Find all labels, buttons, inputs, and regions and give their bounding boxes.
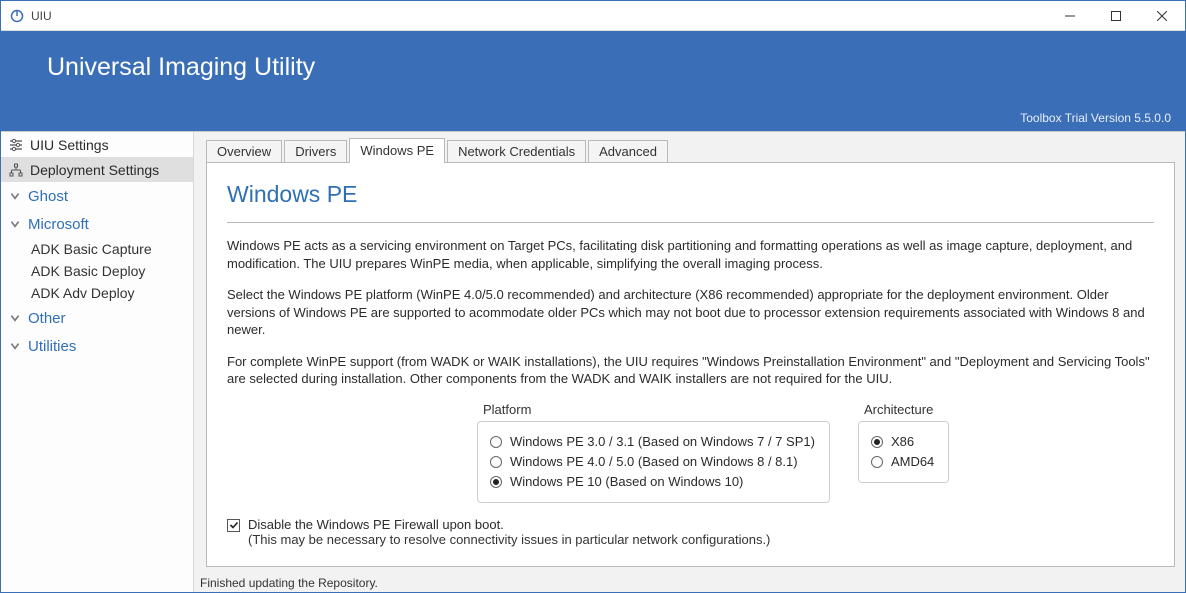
- sidebar-item-label: ADK Basic Capture: [31, 241, 152, 257]
- sidebar-item-deployment-settings[interactable]: Deployment Settings: [1, 157, 193, 182]
- sidebar-category-utilities[interactable]: Utilities: [1, 332, 193, 360]
- architecture-group: Architecture X86 AMD64: [858, 402, 949, 503]
- status-text: Finished updating the Repository.: [200, 576, 378, 590]
- close-button[interactable]: [1139, 1, 1185, 30]
- option-label: Windows PE 10 (Based on Windows 10): [510, 474, 743, 489]
- option-groups: Platform Windows PE 3.0 / 3.1 (Based on …: [477, 402, 1154, 503]
- platform-option-pe10[interactable]: Windows PE 10 (Based on Windows 10): [490, 472, 815, 492]
- tab-advanced[interactable]: Advanced: [588, 140, 668, 163]
- divider: [227, 222, 1154, 223]
- banner: Universal Imaging Utility Toolbox Trial …: [1, 31, 1185, 131]
- radio-icon: [871, 436, 883, 448]
- arch-option-amd64[interactable]: AMD64: [871, 452, 934, 472]
- sidebar-item-adk-basic-deploy[interactable]: ADK Basic Deploy: [1, 260, 193, 282]
- chevron-down-icon: [9, 190, 21, 202]
- intro-paragraph-1: Windows PE acts as a servicing environme…: [227, 237, 1154, 272]
- app-icon: [9, 8, 25, 24]
- sidebar-category-label: Ghost: [28, 188, 68, 205]
- chevron-down-icon: [9, 340, 21, 352]
- option-label: AMD64: [891, 454, 934, 469]
- sidebar-category-ghost[interactable]: Ghost: [1, 182, 193, 210]
- radio-icon: [490, 436, 502, 448]
- tab-drivers[interactable]: Drivers: [284, 140, 347, 163]
- sidebar: UIU Settings Deployment Settings Ghost M…: [1, 132, 194, 592]
- tab-overview[interactable]: Overview: [206, 140, 282, 163]
- option-label: Windows PE 4.0 / 5.0 (Based on Windows 8…: [510, 454, 798, 469]
- platform-group: Platform Windows PE 3.0 / 3.1 (Based on …: [477, 402, 830, 503]
- firewall-hint: (This may be necessary to resolve connec…: [248, 532, 1154, 547]
- architecture-box: X86 AMD64: [858, 421, 949, 483]
- sidebar-category-label: Other: [28, 310, 66, 327]
- titlebar: UIU: [1, 1, 1185, 31]
- intro-paragraph-3: For complete WinPE support (from WADK or…: [227, 353, 1154, 388]
- sidebar-category-microsoft[interactable]: Microsoft: [1, 210, 193, 238]
- sidebar-item-label: Deployment Settings: [30, 162, 159, 178]
- platform-option-pe30[interactable]: Windows PE 3.0 / 3.1 (Based on Windows 7…: [490, 432, 815, 452]
- sidebar-category-label: Microsoft: [28, 216, 89, 233]
- tab-windows-pe[interactable]: Windows PE: [349, 138, 445, 163]
- option-label: X86: [891, 434, 914, 449]
- tabstrip: Overview Drivers Windows PE Network Cred…: [194, 132, 1185, 162]
- radio-icon: [871, 456, 883, 468]
- main: Overview Drivers Windows PE Network Cred…: [194, 132, 1185, 592]
- sidebar-item-label: ADK Basic Deploy: [31, 263, 145, 279]
- radio-icon: [490, 476, 502, 488]
- sidebar-item-uiu-settings[interactable]: UIU Settings: [1, 132, 193, 157]
- settings-icon: [9, 138, 23, 152]
- tab-panel: Windows PE Windows PE acts as a servicin…: [206, 162, 1175, 567]
- window-controls: [1047, 1, 1185, 30]
- statusbar: Finished updating the Repository.: [194, 573, 1185, 592]
- sidebar-item-label: UIU Settings: [30, 137, 109, 153]
- intro-paragraph-2: Select the Windows PE platform (WinPE 4.…: [227, 286, 1154, 339]
- arch-option-x86[interactable]: X86: [871, 432, 934, 452]
- chevron-down-icon: [9, 312, 21, 324]
- body: UIU Settings Deployment Settings Ghost M…: [1, 131, 1185, 592]
- banner-title: Universal Imaging Utility: [47, 53, 315, 82]
- sidebar-category-other[interactable]: Other: [1, 304, 193, 332]
- platform-label: Platform: [483, 402, 830, 417]
- platform-option-pe40[interactable]: Windows PE 4.0 / 5.0 (Based on Windows 8…: [490, 452, 815, 472]
- radio-icon: [490, 456, 502, 468]
- firewall-checkbox-row[interactable]: Disable the Windows PE Firewall upon boo…: [227, 517, 1154, 532]
- app-window: UIU Universal Imaging Utility Toolbox Tr…: [0, 0, 1186, 593]
- network-icon: [9, 163, 23, 177]
- banner-version: Toolbox Trial Version 5.5.0.0: [1020, 111, 1171, 125]
- window-title: UIU: [31, 9, 52, 23]
- firewall-label: Disable the Windows PE Firewall upon boo…: [248, 517, 504, 532]
- chevron-down-icon: [9, 218, 21, 230]
- sidebar-item-adk-adv-deploy[interactable]: ADK Adv Deploy: [1, 282, 193, 304]
- platform-box: Windows PE 3.0 / 3.1 (Based on Windows 7…: [477, 421, 830, 503]
- option-label: Windows PE 3.0 / 3.1 (Based on Windows 7…: [510, 434, 815, 449]
- minimize-button[interactable]: [1047, 1, 1093, 30]
- sidebar-item-label: ADK Adv Deploy: [31, 285, 135, 301]
- architecture-label: Architecture: [864, 402, 949, 417]
- checkbox-icon: [227, 519, 240, 532]
- maximize-button[interactable]: [1093, 1, 1139, 30]
- tab-network-credentials[interactable]: Network Credentials: [447, 140, 586, 163]
- sidebar-category-label: Utilities: [28, 338, 76, 355]
- page-heading: Windows PE: [227, 181, 1154, 208]
- sidebar-item-adk-basic-capture[interactable]: ADK Basic Capture: [1, 238, 193, 260]
